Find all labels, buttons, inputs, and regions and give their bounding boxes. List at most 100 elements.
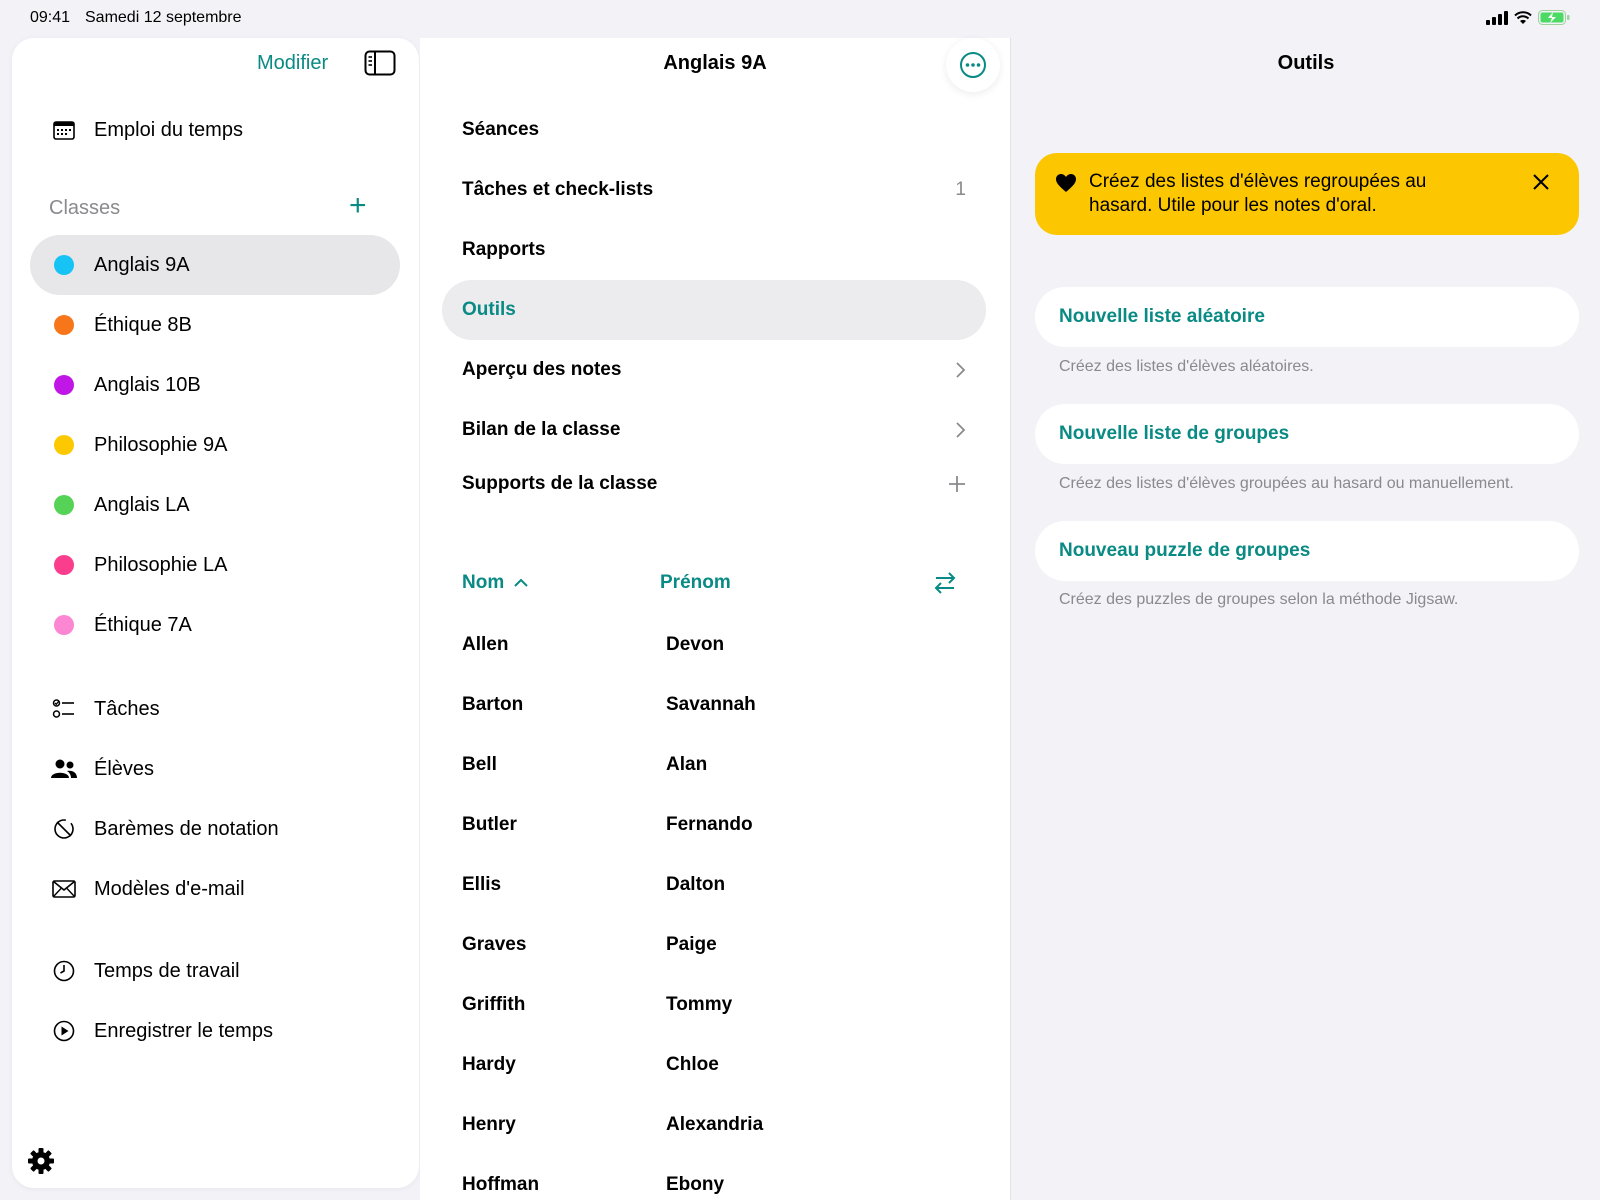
- menu-item-seances[interactable]: Séances: [442, 100, 986, 160]
- status-time: 09:41: [30, 9, 71, 26]
- sidebar-item-students[interactable]: Élèves: [30, 739, 400, 799]
- menu-item-label: Supports de la classe: [462, 473, 658, 494]
- calendar-icon: [46, 120, 82, 140]
- status-icons: [1486, 10, 1570, 25]
- menu-item-class-report[interactable]: Bilan de la classe: [442, 400, 986, 460]
- tool-label: Nouvelle liste de groupes: [1059, 423, 1290, 444]
- chevron-up-icon: [514, 578, 528, 587]
- sort-by-last-name[interactable]: Nom: [462, 572, 530, 594]
- menu-item-tasks[interactable]: Tâches et check-lists 1: [442, 160, 986, 220]
- student-first-name: Tommy: [666, 994, 733, 1015]
- sidebar-class-ethique-7a[interactable]: Éthique 7A: [30, 595, 400, 655]
- student-last-name: Bell: [462, 754, 497, 775]
- sidebar-item-record-time[interactable]: Enregistrer le temps: [30, 1001, 400, 1061]
- sidebar-item-label: Anglais LA: [94, 493, 190, 516]
- sidebar-item-label: Éthique 8B: [94, 313, 192, 336]
- play-circle-icon: [46, 1020, 82, 1042]
- more-options-button[interactable]: [946, 38, 1000, 92]
- sidebar-item-label: Philosophie 9A: [94, 433, 228, 456]
- cellular-signal-icon: [1486, 10, 1508, 25]
- student-first-name: Devon: [666, 634, 725, 655]
- sidebar-class-anglais-10b[interactable]: Anglais 10B: [30, 355, 400, 415]
- tool-label: Nouvelle liste aléatoire: [1059, 306, 1265, 327]
- student-last-name: Hardy: [462, 1054, 516, 1075]
- sidebar-item-tasks[interactable]: Tâches: [30, 679, 400, 739]
- edit-button[interactable]: Modifier: [257, 52, 328, 75]
- sort-by-first-name[interactable]: Prénom: [660, 572, 731, 594]
- sidebar-item-label: Enregistrer le temps: [94, 1019, 273, 1042]
- class-color-dot: [54, 315, 74, 335]
- sidebar-item-email-templates[interactable]: Modèles d'e-mail: [30, 859, 400, 919]
- new-random-list-button[interactable]: Nouvelle liste aléatoire: [1035, 287, 1579, 347]
- sidebar-item-work-time[interactable]: Temps de travail: [30, 941, 400, 1001]
- sidebar-item-label: Emploi du temps: [94, 118, 243, 141]
- column-header-first-name: Prénom: [660, 572, 731, 593]
- new-group-puzzle-button[interactable]: Nouveau puzzle de groupes: [1035, 521, 1579, 581]
- student-last-name: Ellis: [462, 874, 502, 895]
- wifi-icon: [1514, 10, 1532, 24]
- sidebar-class-anglais-9a[interactable]: Anglais 9A: [30, 235, 400, 295]
- class-color-dot: [54, 435, 74, 455]
- sidebar-class-anglais-la[interactable]: Anglais LA: [30, 475, 400, 535]
- class-detail-column: Anglais 9A Séances Tâches et check-lists…: [420, 38, 1010, 1200]
- student-first-name: Dalton: [666, 874, 726, 895]
- add-class-button[interactable]: +: [349, 191, 367, 221]
- clock-icon: [46, 960, 82, 982]
- tool-description: Créez des puzzles de groupes selon la mé…: [1059, 591, 1459, 608]
- close-icon[interactable]: [1531, 172, 1551, 192]
- swap-columns-icon[interactable]: [933, 570, 957, 596]
- menu-item-tools[interactable]: Outils: [442, 280, 986, 340]
- sidebar-toggle-icon[interactable]: [364, 50, 396, 76]
- table-row[interactable]: Allen Devon: [462, 634, 982, 694]
- tool-label: Nouveau puzzle de groupes: [1059, 540, 1311, 561]
- gear-icon[interactable]: [26, 1146, 56, 1176]
- student-first-name: Alexandria: [666, 1114, 764, 1135]
- student-first-name: Fernando: [666, 814, 753, 835]
- sidebar-item-label: Anglais 10B: [94, 373, 201, 396]
- sidebar-item-label: Modèles d'e-mail: [94, 877, 245, 900]
- student-first-name: Paige: [666, 934, 717, 955]
- menu-item-class-materials[interactable]: Supports de la classe: [442, 454, 986, 514]
- task-count-badge: 1: [955, 179, 966, 200]
- table-row[interactable]: Henry Alexandria: [462, 1114, 982, 1174]
- class-color-dot: [54, 615, 74, 635]
- table-row[interactable]: Barton Savannah: [462, 694, 982, 754]
- class-color-dot: [54, 495, 74, 515]
- table-row[interactable]: Griffith Tommy: [462, 994, 982, 1054]
- tip-banner: Créez des listes d'élèves regroupées au …: [1035, 153, 1579, 235]
- panel-title: Outils: [1277, 52, 1335, 74]
- sidebar-item-grading-scales[interactable]: Barèmes de notation: [30, 799, 400, 859]
- page-title: Anglais 9A: [663, 52, 767, 74]
- ellipsis-circle-icon: [960, 52, 986, 78]
- table-row[interactable]: Hardy Chloe: [462, 1054, 982, 1114]
- menu-item-label: Séances: [462, 119, 540, 140]
- sidebar-item-schedule[interactable]: Emploi du temps: [30, 100, 400, 160]
- sidebar-item-label: Tâches: [94, 697, 160, 720]
- table-row[interactable]: Hoffman Ebony: [462, 1174, 982, 1200]
- menu-item-grades-overview[interactable]: Aperçu des notes: [442, 340, 986, 400]
- table-row[interactable]: Bell Alan: [462, 754, 982, 814]
- sidebar-class-philosophie-9a[interactable]: Philosophie 9A: [30, 415, 400, 475]
- student-first-name: Ebony: [666, 1174, 725, 1195]
- column-header-last-name: Nom: [462, 572, 505, 593]
- sidebar-item-label: Éthique 7A: [94, 613, 192, 636]
- new-group-list-button[interactable]: Nouvelle liste de groupes: [1035, 404, 1579, 464]
- table-row[interactable]: Butler Fernando: [462, 814, 982, 874]
- tools-panel: Outils Créez des listes d'élèves regroup…: [1010, 38, 1600, 1200]
- sidebar-class-philosophie-la[interactable]: Philosophie LA: [30, 535, 400, 595]
- menu-item-reports[interactable]: Rapports: [442, 220, 986, 280]
- table-row[interactable]: Graves Paige: [462, 934, 982, 994]
- plus-icon[interactable]: [948, 475, 966, 493]
- student-first-name: Chloe: [666, 1054, 719, 1075]
- student-last-name: Butler: [462, 814, 517, 835]
- class-color-dot: [54, 255, 74, 275]
- student-last-name: Barton: [462, 694, 524, 715]
- table-row[interactable]: Ellis Dalton: [462, 874, 982, 934]
- sidebar-class-ethique-8b[interactable]: Éthique 8B: [30, 295, 400, 355]
- sidebar-item-label: Élèves: [94, 757, 155, 780]
- student-last-name: Allen: [462, 634, 509, 655]
- status-bar: 09:41 Samedi 12 septembre: [0, 0, 1600, 36]
- menu-item-label: Bilan de la classe: [462, 419, 621, 440]
- student-last-name: Graves: [462, 934, 527, 955]
- sidebar-item-label: Barèmes de notation: [94, 817, 279, 840]
